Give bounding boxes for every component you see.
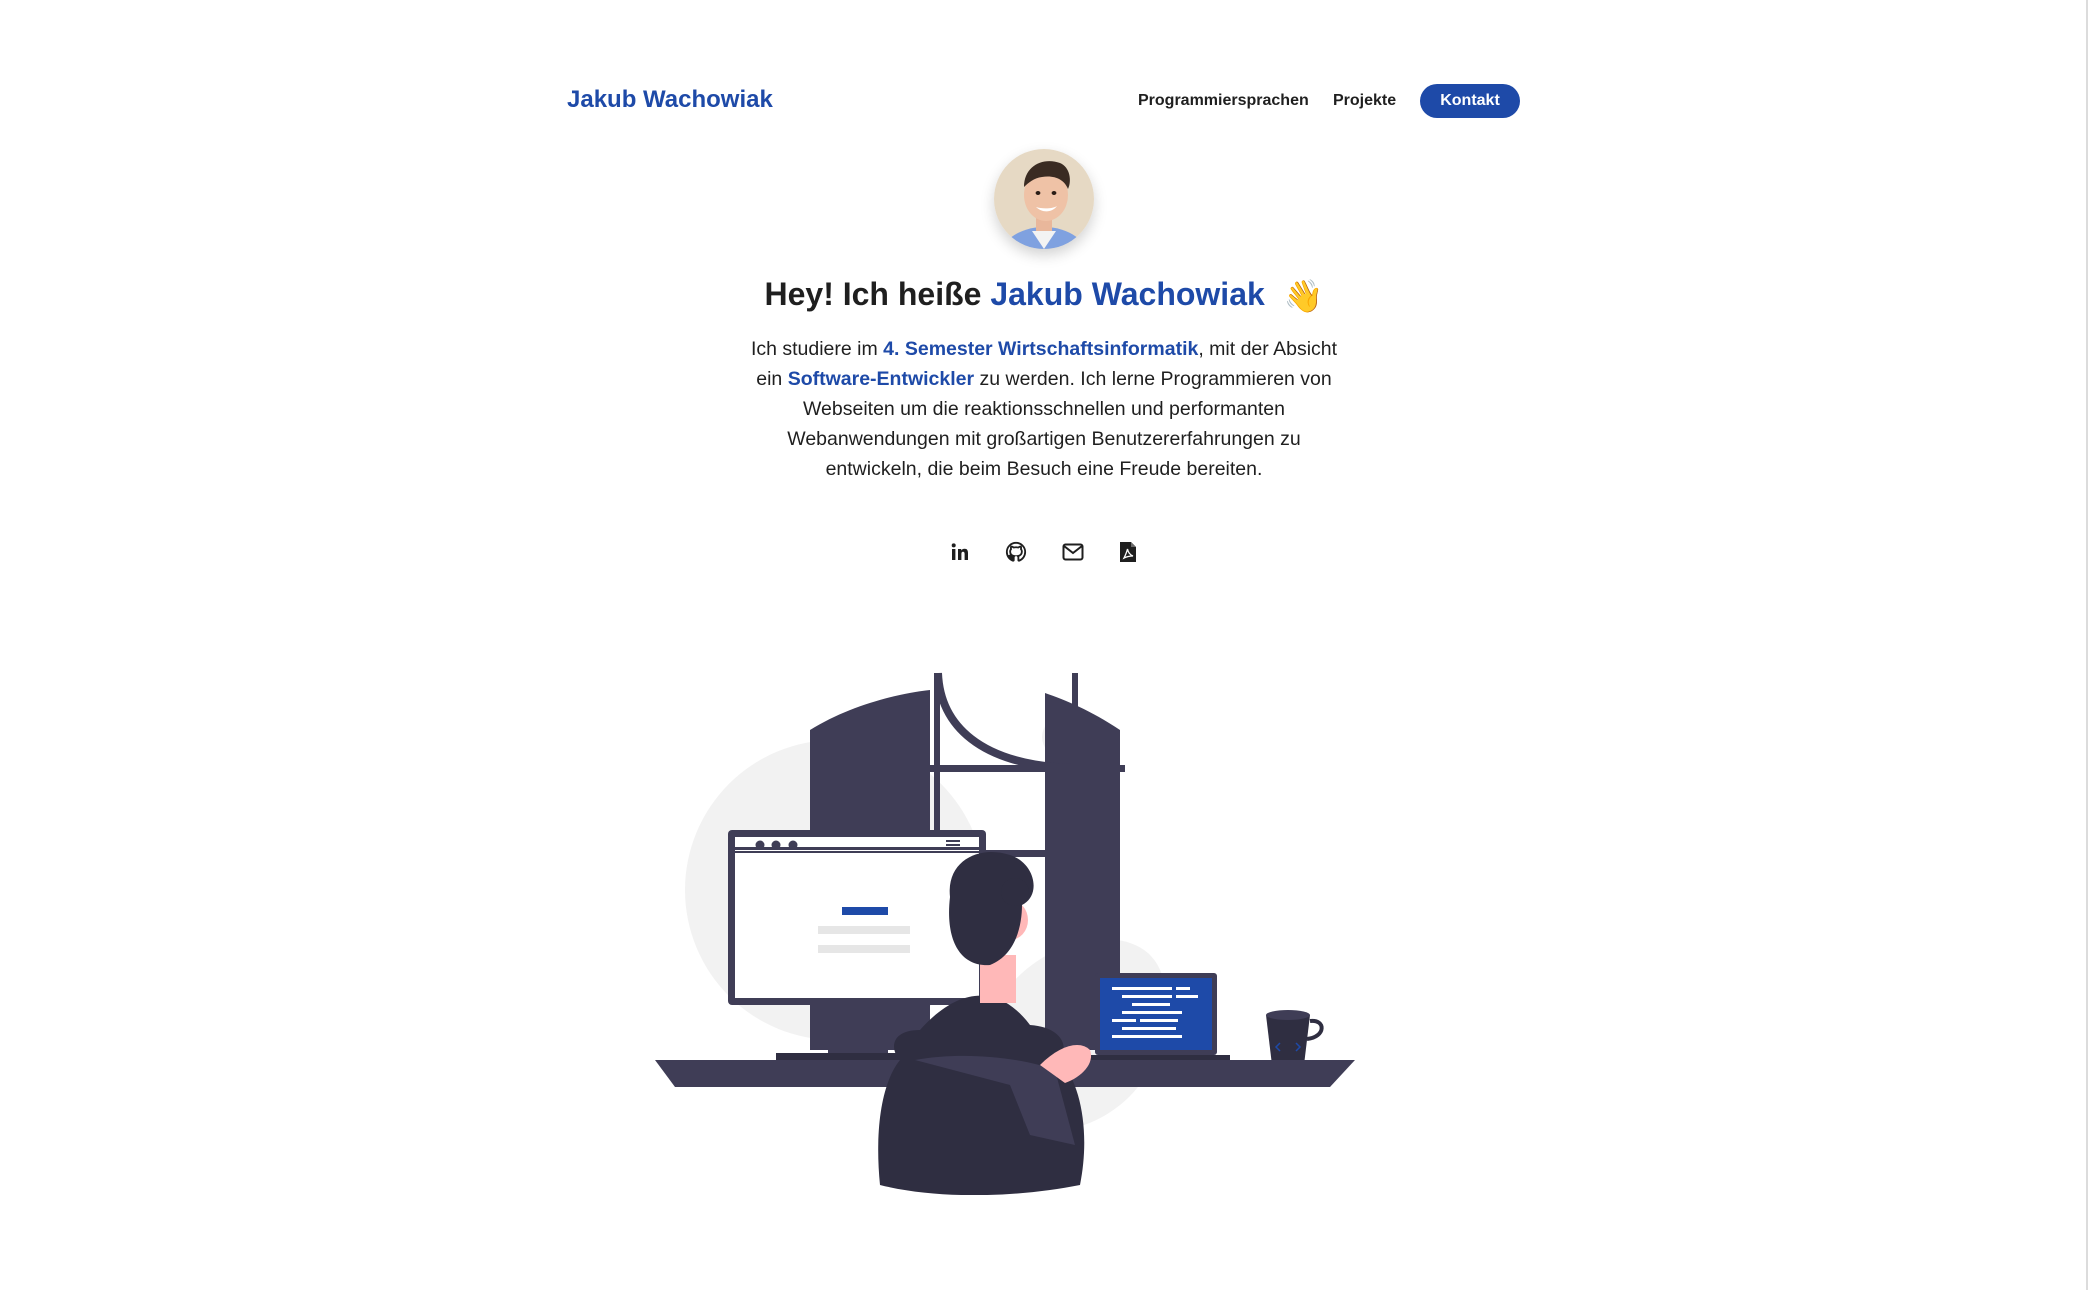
avatar xyxy=(994,149,1094,249)
intro-highlight-role: Software-Entwickler xyxy=(787,368,975,390)
hero-title-prefix: Hey! Ich heiße xyxy=(764,276,982,312)
intro-paragraph: Ich studiere im 4. Semester Wirtschaftsi… xyxy=(744,334,1344,484)
avatar-photo xyxy=(994,149,1094,249)
mail-icon[interactable] xyxy=(1061,540,1085,564)
developer-illustration xyxy=(650,665,1360,1196)
social-links xyxy=(0,540,2088,564)
linkedin-icon[interactable] xyxy=(948,540,972,564)
hero-title: Hey! Ich heiße Jakub Wachowiak 👋 xyxy=(0,276,2088,315)
intro-highlight-semester: 4. Semester Wirtschaftsinformatik xyxy=(883,338,1199,360)
nav-programming-languages[interactable]: Programmiersprachen xyxy=(1138,92,1309,110)
hero-title-name: Jakub Wachowiak xyxy=(990,276,1265,312)
top-navigation: Programmiersprachen Projekte Kontakt xyxy=(0,84,2088,118)
waving-hand-icon: 👋 xyxy=(1283,278,1324,314)
nav-projects[interactable]: Projekte xyxy=(1333,92,1396,110)
pdf-icon[interactable] xyxy=(1116,540,1140,564)
intro-text: Ich studiere im xyxy=(750,338,884,360)
contact-button[interactable]: Kontakt xyxy=(1420,84,1520,118)
github-icon[interactable] xyxy=(1004,540,1028,564)
